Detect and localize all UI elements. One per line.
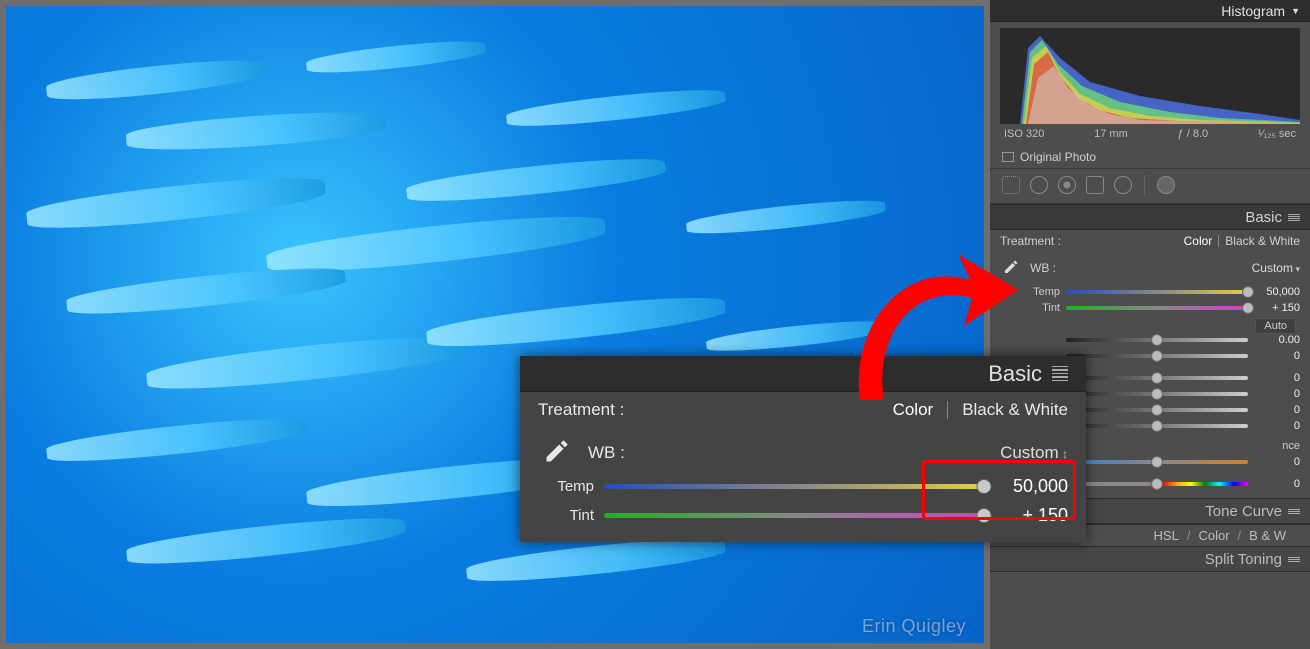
whites-slider[interactable] xyxy=(1066,408,1248,412)
zoom-wb-select[interactable]: Custom xyxy=(1000,443,1068,463)
panel-switch-icon xyxy=(1288,214,1300,221)
adjustment-brush-tool-icon[interactable] xyxy=(1157,176,1175,194)
presence-label-partial: nce xyxy=(1282,440,1300,452)
saturation-value[interactable]: 0 xyxy=(1254,478,1300,490)
treatment-bw-option[interactable]: Black & White xyxy=(1225,234,1300,248)
saturation-slider[interactable] xyxy=(1066,482,1248,486)
exposure-value[interactable]: 0.00 xyxy=(1254,334,1300,346)
color-tab[interactable]: Color xyxy=(1198,528,1229,543)
basic-panel-zoom-callout: Basic Treatment : Color Black & White WB… xyxy=(520,356,1086,542)
whites-value[interactable]: 0 xyxy=(1254,404,1300,416)
temp-slider-row: Temp 50,000 xyxy=(990,284,1310,300)
temp-value[interactable]: 50,000 xyxy=(1254,286,1300,298)
highlights-value[interactable]: 0 xyxy=(1254,372,1300,384)
zoom-treatment-color[interactable]: Color xyxy=(893,400,934,420)
blacks-value[interactable]: 0 xyxy=(1254,420,1300,432)
temp-slider[interactable] xyxy=(1066,290,1248,294)
focal-length-value: 17 mm xyxy=(1094,128,1128,140)
image-canvas: Erin Quigley xyxy=(0,0,990,649)
wb-preset-select[interactable]: Custom xyxy=(1252,261,1300,275)
split-toning-header[interactable]: Split Toning xyxy=(990,546,1310,572)
zoom-treatment-row: Treatment : Color Black & White xyxy=(520,392,1086,428)
eyedropper-icon[interactable] xyxy=(1000,258,1020,278)
redeye-tool-icon[interactable] xyxy=(1058,176,1076,194)
split-toning-title: Split Toning xyxy=(1205,551,1282,568)
tint-slider-row: Tint + 150 xyxy=(990,300,1310,316)
graduated-filter-tool-icon[interactable] xyxy=(1086,176,1104,194)
treatment-row: Treatment : Color Black & White xyxy=(990,230,1310,252)
highlights-slider[interactable] xyxy=(1066,376,1248,380)
shadows-slider[interactable] xyxy=(1066,392,1248,396)
vibrance-value[interactable]: 0 xyxy=(1254,456,1300,468)
tint-slider[interactable] xyxy=(1066,306,1248,310)
contrast-value[interactable]: 0 xyxy=(1254,350,1300,362)
tone-curve-title: Tone Curve xyxy=(1205,503,1282,520)
eyedropper-icon[interactable] xyxy=(538,436,572,470)
panel-switch-icon xyxy=(1288,509,1300,514)
zoom-treatment-label: Treatment : xyxy=(538,400,624,420)
zoom-tint-label: Tint xyxy=(538,507,594,524)
tool-separator xyxy=(1144,175,1145,195)
tool-strip xyxy=(990,168,1310,204)
wb-label: WB : xyxy=(1030,261,1056,275)
iso-value: ISO 320 xyxy=(1004,128,1044,140)
treatment-label: Treatment : xyxy=(1000,234,1061,248)
zoom-wb-label: WB : xyxy=(588,443,625,463)
contrast-slider[interactable] xyxy=(1066,354,1248,358)
bw-tab[interactable]: B & W xyxy=(1249,528,1286,543)
hsl-tab[interactable]: HSL xyxy=(1154,528,1179,543)
zoom-temp-slider[interactable] xyxy=(604,484,988,489)
tint-value[interactable]: + 150 xyxy=(1254,302,1300,314)
zoom-basic-title: Basic xyxy=(988,361,1042,387)
shutter-value: ¹⁄₁₂₅ sec xyxy=(1258,128,1296,140)
zoom-tint-slider[interactable] xyxy=(604,513,988,518)
tint-label: Tint xyxy=(1000,302,1060,314)
panel-switch-icon xyxy=(1052,366,1068,382)
panel-switch-icon xyxy=(1288,557,1300,562)
watermark-text: Erin Quigley xyxy=(862,616,966,637)
exposure-slider[interactable] xyxy=(1066,338,1248,342)
original-photo-label: Original Photo xyxy=(1020,150,1096,164)
aperture-value: ƒ / 8.0 xyxy=(1178,128,1209,140)
zoom-basic-header[interactable]: Basic xyxy=(520,356,1086,392)
spot-removal-tool-icon[interactable] xyxy=(1030,176,1048,194)
zoom-tint-row: Tint + 150 xyxy=(520,501,1086,530)
zoom-treatment-bw[interactable]: Black & White xyxy=(962,400,1068,420)
original-photo-toggle[interactable]: Original Photo xyxy=(990,146,1310,168)
disclosure-triangle-icon: ▼ xyxy=(1291,6,1300,16)
treatment-color-option[interactable]: Color xyxy=(1184,234,1213,248)
zoom-tint-value[interactable]: + 150 xyxy=(998,505,1068,526)
histogram-display[interactable] xyxy=(1000,28,1300,124)
histogram-header[interactable]: Histogram ▼ xyxy=(990,0,1310,22)
tone-auto-row: Auto xyxy=(990,316,1310,332)
wb-row: WB : Custom xyxy=(990,252,1310,284)
photo-preview[interactable]: Erin Quigley xyxy=(6,6,984,643)
zoom-wb-row: WB : Custom xyxy=(520,428,1086,472)
temp-label: Temp xyxy=(1000,286,1060,298)
vibrance-slider[interactable] xyxy=(1066,460,1248,464)
basic-title: Basic xyxy=(1245,209,1282,226)
checkbox-icon xyxy=(1002,152,1014,162)
histogram-title: Histogram xyxy=(1221,3,1285,19)
crop-tool-icon[interactable] xyxy=(1002,176,1020,194)
zoom-temp-value[interactable]: 50,000 xyxy=(998,476,1068,497)
option-divider xyxy=(1218,235,1219,247)
exposure-slider-row: 0.00 xyxy=(990,332,1310,348)
blacks-slider[interactable] xyxy=(1066,424,1248,428)
histogram-metadata: ISO 320 17 mm ƒ / 8.0 ¹⁄₁₂₅ sec xyxy=(990,126,1310,146)
zoom-temp-label: Temp xyxy=(538,478,594,495)
basic-section-header[interactable]: Basic xyxy=(990,204,1310,230)
radial-filter-tool-icon[interactable] xyxy=(1114,176,1132,194)
shadows-value[interactable]: 0 xyxy=(1254,388,1300,400)
zoom-temp-row: Temp 50,000 xyxy=(520,472,1086,501)
right-panel: Histogram ▼ ISO 320 17 mm ƒ / 8.0 ¹⁄₁₂₅ … xyxy=(990,0,1310,649)
